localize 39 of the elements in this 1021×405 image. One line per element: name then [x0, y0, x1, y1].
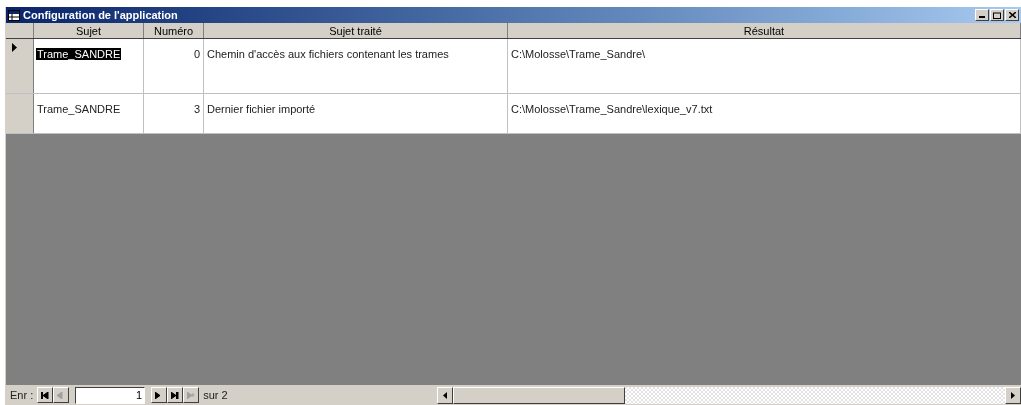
table-cell: Chemin d'accès aux fichiers contenant les trames — [206, 48, 450, 60]
record-number-field[interactable]: 1 — [75, 386, 146, 404]
window-title: Configuration de l'application — [23, 7, 178, 23]
table-icon — [8, 9, 20, 21]
next-record-button[interactable] — [151, 387, 168, 403]
table-cell: C:\Molosse\Trame_Sandre\lexique_v7.txt — [510, 103, 714, 115]
scroll-right-button[interactable] — [1005, 386, 1021, 404]
record-selector[interactable] — [6, 39, 34, 93]
column-header[interactable]: Sujet traité — [204, 23, 508, 38]
last-record-icon — [171, 391, 180, 399]
table-cell: 0 — [192, 48, 201, 60]
scroll-left-button[interactable] — [437, 386, 453, 404]
record-count: sur 2 — [202, 387, 229, 403]
horizontal-scrollbar[interactable] — [437, 386, 1021, 404]
column-header[interactable]: Numéro — [144, 23, 204, 38]
table-cell: C:\Molosse\Trame_Sandre\ — [510, 48, 647, 60]
minimize-button[interactable] — [975, 9, 989, 21]
maximize-icon — [993, 11, 1001, 19]
record-selector[interactable] — [6, 94, 34, 133]
close-button[interactable] — [1005, 9, 1019, 21]
column-header[interactable]: Sujet — [34, 23, 144, 38]
column-header[interactable]: Résultat — [508, 23, 1021, 38]
right-arrow-icon — [1011, 391, 1015, 399]
last-record-button[interactable] — [167, 387, 184, 403]
minimize-icon — [979, 16, 985, 18]
scroll-thumb[interactable] — [453, 386, 625, 404]
table-cell: Trame_SANDRE — [36, 103, 122, 115]
left-arrow-icon — [443, 391, 447, 399]
table-cell: Trame_SANDRE — [36, 48, 122, 60]
first-record-button[interactable] — [37, 387, 54, 403]
table-cell: Dernier fichier importé — [206, 103, 317, 115]
close-icon — [1008, 12, 1016, 18]
previous-record-icon — [57, 391, 66, 399]
first-record-icon — [41, 391, 50, 399]
maximize-button[interactable] — [990, 9, 1004, 21]
new-record-icon — [187, 391, 196, 399]
table-cell: 3 — [192, 103, 201, 115]
record-label: Enr : — [9, 387, 35, 403]
corner-cell[interactable] — [6, 23, 34, 38]
